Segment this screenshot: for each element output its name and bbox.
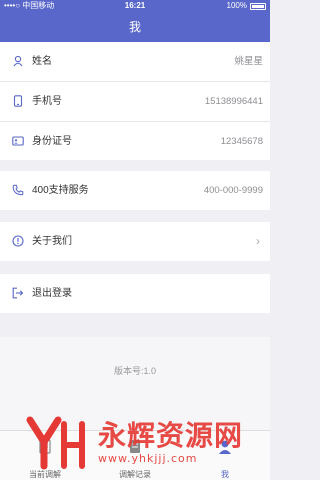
phone-icon [13, 95, 23, 107]
tab-label-current: 当前调解 [29, 470, 61, 479]
id-row: 身份证号 12345678 [0, 122, 270, 161]
tab-label-me: 我 [221, 470, 229, 479]
support-label: 400支持服务 [32, 185, 89, 196]
status-bar: ••••○ 中国移动 16:21 100% [0, 0, 270, 12]
battery-icon [250, 2, 266, 10]
about-row[interactable]: 关于我们 › [0, 222, 270, 261]
records-icon [130, 440, 140, 453]
chevron-right-icon: › [256, 234, 260, 248]
tab-bar: 当前调解 调解记录 我 [0, 430, 270, 480]
content-filler [0, 337, 270, 430]
nav-bar: 我 [0, 12, 270, 42]
page-title: 我 [128, 20, 141, 34]
logout-row[interactable]: 退出登录 [0, 274, 270, 313]
phone-row: 手机号 15138996441 [0, 82, 270, 122]
logout-icon [12, 287, 24, 299]
info-icon [12, 235, 24, 247]
name-row: 姓名 姚星星 [0, 42, 270, 82]
id-value: 12345678 [220, 136, 263, 147]
phone-label: 手机号 [32, 96, 62, 107]
tab-mediation-records[interactable]: 调解记录 [90, 431, 180, 480]
tab-me[interactable]: 我 [180, 431, 270, 480]
logout-group: 退出登录 [0, 274, 270, 313]
support-row[interactable]: 400支持服务 400-000-9999 [0, 171, 270, 210]
tab-current-mediation[interactable]: 当前调解 [0, 431, 90, 480]
name-label: 姓名 [32, 56, 52, 67]
tab-label-records: 调解记录 [119, 470, 151, 479]
logout-label: 退出登录 [32, 288, 72, 299]
status-right: 100% [227, 0, 266, 12]
name-value: 姚星星 [234, 56, 263, 67]
id-label: 身份证号 [32, 136, 72, 147]
person-icon [219, 440, 231, 454]
phone-value: 15138996441 [204, 96, 263, 107]
profile-group: 姓名 姚星星 手机号 15138996441 身份证号 12345678 [0, 42, 270, 160]
version-label: 版本号:1.0 [113, 366, 156, 376]
about-group: 关于我们 › [0, 222, 270, 261]
support-value: 400-000-9999 [203, 185, 263, 196]
document-icon [39, 439, 51, 454]
phone-call-icon [12, 184, 24, 196]
id-card-icon [12, 136, 24, 146]
battery-percent: 100% [226, 1, 247, 10]
person-icon [13, 55, 23, 67]
support-group: 400支持服务 400-000-9999 [0, 171, 270, 210]
about-label: 关于我们 [32, 236, 72, 247]
